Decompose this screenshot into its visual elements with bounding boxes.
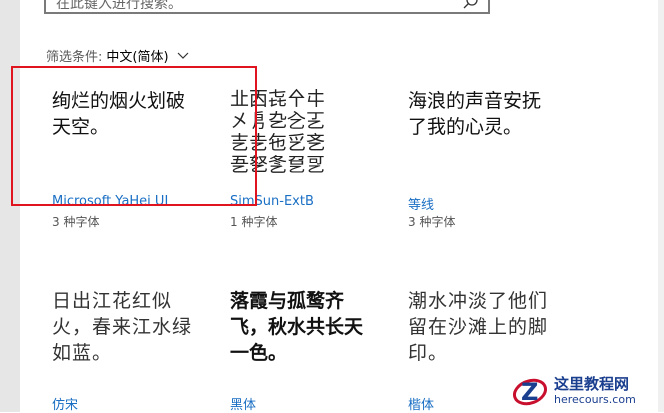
font-card-simsun-extb[interactable]: 㐀㐁㐂㐃㐄 㐅㐆㐇㐈㐉 㐊㐋㐌㐍㐎 㐏㐐㐑㐒㐓	[230, 88, 400, 176]
font-name-link[interactable]: 等线	[408, 194, 434, 213]
font-count: 1 种字体	[230, 215, 278, 229]
svg-text:Z: Z	[521, 378, 538, 406]
font-sample: 日出江花红似 火，春来江水绿 如蓝。	[52, 290, 193, 364]
font-card-heiti[interactable]: 落霞与孤鹜齐 飞，秋水共长天 一色。	[230, 288, 400, 366]
font-card-fangsong[interactable]: 日出江花红似 火，春来江水绿 如蓝。	[52, 288, 222, 366]
font-name-link[interactable]: Microsoft YaHei UI	[52, 194, 168, 209]
font-card-kaiti[interactable]: 潮水冲淡了他们 留在沙滩上的脚 印。	[408, 288, 578, 366]
search-box[interactable]: 在此键入进行搜索。	[44, 0, 490, 14]
filter-label: 筛选条件:	[46, 50, 103, 65]
font-sample: 潮水冲淡了他们 留在沙滩上的脚 印。	[408, 290, 549, 364]
font-sample: 㐀㐁㐂㐃㐄 㐅㐆㐇㐈㐉 㐊㐋㐌㐍㐎 㐏㐐㐑㐒㐓	[230, 88, 326, 176]
font-card-microsoft-yahei-ui[interactable]: 绚烂的烟火划破 天空。	[52, 88, 222, 140]
watermark-url: herecours.com	[554, 392, 636, 406]
left-pane-edge	[0, 0, 20, 412]
search-icon[interactable]	[462, 0, 480, 11]
font-count: 3 种字体	[408, 215, 456, 229]
watermark: Z 这里教程网 herecours.com	[510, 370, 662, 410]
font-sample: 绚烂的烟火划破 天空。	[52, 90, 186, 138]
filter-value: 中文(简体)	[106, 50, 169, 65]
watermark-title: 这里教程网	[554, 374, 630, 393]
font-name-link[interactable]: SimSun-ExtB	[230, 194, 314, 209]
scrollbar-track[interactable]	[658, 0, 664, 412]
font-count: 3 种字体	[52, 215, 100, 229]
font-sample: 落霞与孤鹜齐 飞，秋水共长天 一色。	[230, 290, 364, 364]
font-sample: 海浪的声音安抚 了我的心灵。	[408, 90, 542, 138]
font-name-link[interactable]: 黑体	[230, 394, 256, 413]
font-name-link[interactable]: 楷体	[408, 394, 434, 413]
font-name-link[interactable]: 仿宋	[52, 394, 78, 413]
filter-dropdown[interactable]: 筛选条件: 中文(简体)	[46, 46, 189, 65]
chevron-down-icon	[177, 52, 188, 59]
search-input[interactable]: 在此键入进行搜索。	[56, 0, 182, 12]
watermark-logo-icon: Z	[513, 378, 547, 406]
font-card-dengxian[interactable]: 海浪的声音安抚 了我的心灵。	[408, 88, 578, 140]
